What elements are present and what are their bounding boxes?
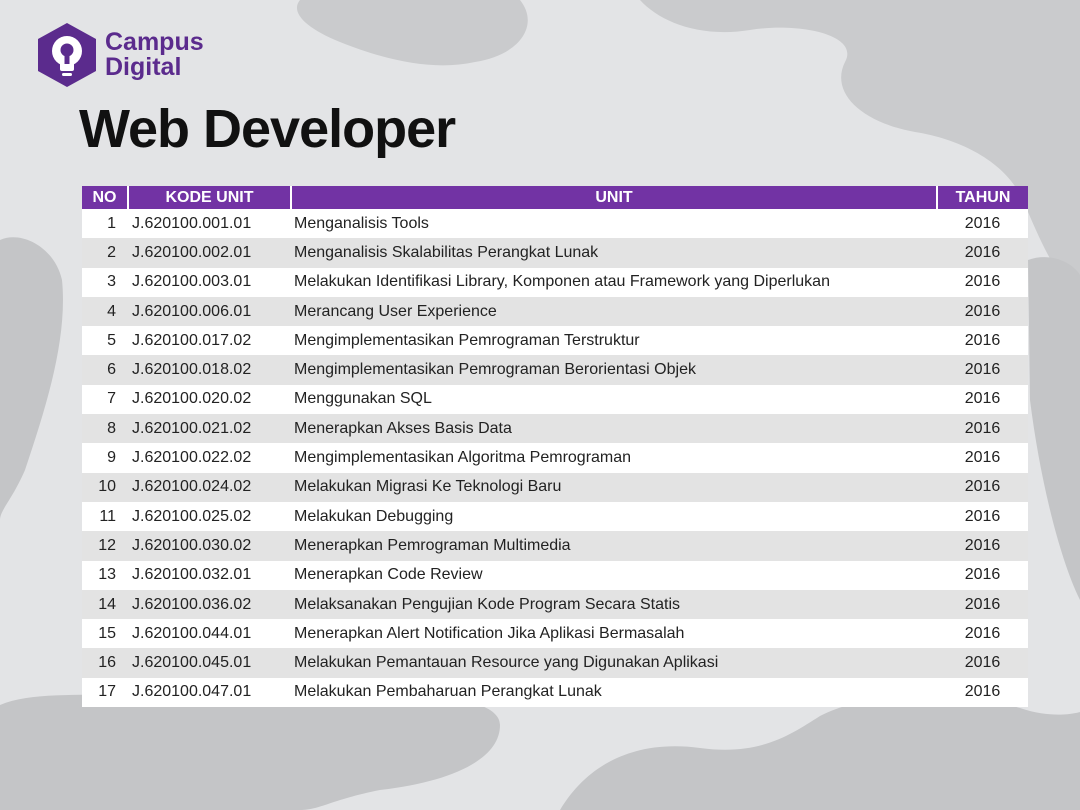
unit-name-cell: Melakukan Pembaharuan Perangkat Lunak [294, 683, 602, 701]
tahun-cell: 2016 [964, 243, 1001, 261]
tahun-cell: 2016 [964, 273, 1001, 291]
row-number: 14 [98, 595, 116, 613]
unit-name-cell: Menerapkan Alert Notification Jika Aplik… [294, 624, 685, 642]
tahun-cell: 2016 [964, 419, 1001, 437]
table-row: 16 J.620100.045.01 Melakukan Pemantauan Re… [82, 648, 1028, 678]
table-row: 2 J.620100.002.01 Menganalisis Skalabilita… [82, 238, 1028, 268]
brand-name-line1: Campus [105, 28, 204, 56]
unit-name-cell: Melakukan Migrasi Ke Teknologi Baru [294, 478, 562, 496]
row-number: 2 [107, 243, 116, 261]
tahun-cell: 2016 [964, 683, 1001, 701]
tahun-cell: 2016 [964, 624, 1001, 642]
unit-name-cell: Menggunakan SQL [294, 390, 432, 408]
table-row: 6 J.620100.018.02 Mengimplementasikan Pemr… [82, 355, 1028, 385]
row-number: 9 [107, 449, 116, 467]
unit-name-cell: Mengimplementasikan Pemrograman Terstruk… [294, 331, 640, 349]
table-row: 4 J.620100.006.01 Merancang User Experienc… [82, 296, 1028, 327]
tahun-cell: 2016 [964, 566, 1001, 584]
unit-name-cell: Melakukan Identifikasi Library, Komponen… [294, 273, 830, 291]
unit-name-cell: Menerapkan Akses Basis Data [294, 419, 512, 437]
row-number: 17 [98, 683, 116, 701]
table-row: 1 J.620100.001.01 Menganalisis Tools 2016 [82, 209, 1028, 239]
header-unit: UNIT [291, 186, 938, 209]
row-number: 13 [98, 566, 116, 584]
row-number: 11 [99, 507, 116, 525]
kode-unit-cell: J.620100.044.01 [132, 624, 252, 642]
tahun-cell: 2016 [964, 654, 1001, 672]
kode-unit-cell: J.620100.022.02 [132, 449, 252, 467]
kode-unit-cell: J.620100.047.01 [132, 683, 252, 701]
unit-name-cell: Melaksanakan Pengujian Kode Program Seca… [294, 595, 680, 613]
table-row: 17 J.620100.047.01 Melakukan Pembaharuan P… [82, 677, 1028, 708]
table-row: 3 J.620100.003.01 Melakukan Identifikasi L… [82, 267, 1028, 297]
row-number: 12 [98, 536, 116, 554]
row-number: 5 [107, 331, 116, 349]
table-row: 14 J.620100.036.02 Melaksanakan Pengujian … [82, 589, 1028, 620]
unit-name-cell: Menganalisis Skalabilitas Perangkat Luna… [294, 243, 599, 261]
kode-unit-cell: J.620100.036.02 [132, 595, 252, 613]
kode-unit-cell: J.620100.045.01 [132, 654, 252, 672]
kode-unit-cell: J.620100.002.01 [132, 243, 252, 261]
row-number: 8 [107, 419, 116, 437]
row-number: 3 [107, 273, 116, 291]
header-no: NO [82, 186, 129, 209]
table-row: 8 J.620100.021.02 Menerapkan Akses Basis D… [82, 414, 1028, 444]
kode-unit-cell: J.620100.017.02 [132, 331, 252, 349]
row-number: 6 [107, 361, 116, 379]
tahun-cell: 2016 [964, 507, 1001, 525]
kode-unit-cell: J.620100.018.02 [132, 361, 252, 379]
unit-name-cell: Melakukan Pemantauan Resource yang Digun… [294, 654, 719, 672]
header-kode-unit: KODE UNIT [128, 186, 292, 209]
tahun-cell: 2016 [964, 449, 1001, 467]
kode-unit-cell: J.620100.021.02 [132, 419, 252, 437]
tahun-cell: 2016 [964, 595, 1001, 613]
brand-name-line2: Digital [105, 53, 182, 81]
unit-name-cell: Melakukan Debugging [294, 507, 454, 525]
unit-name-cell: Mengimplementasikan Pemrograman Berorien… [294, 361, 696, 379]
kode-unit-cell: J.620100.024.02 [132, 478, 252, 496]
campus-digital-logo: Campus Digital [36, 22, 204, 88]
table-row: 11 J.620100.025.02 Melakukan Debugging 2016 [82, 501, 1028, 532]
kode-unit-cell: J.620100.020.02 [132, 390, 252, 408]
tahun-cell: 2016 [964, 331, 1001, 349]
row-number: 1 [107, 214, 116, 232]
row-number: 16 [98, 654, 116, 672]
table-row: 13 J.620100.032.01 Menerapkan Code Review 2… [82, 560, 1028, 590]
page-title: Web Developer [79, 99, 456, 159]
kode-unit-cell: J.620100.003.01 [132, 273, 252, 291]
unit-name-cell: Menganalisis Tools [294, 214, 429, 232]
tahun-cell: 2016 [964, 478, 1001, 496]
unit-name-cell: Menerapkan Code Review [294, 566, 483, 584]
table-row: 9 J.620100.022.02 Mengimplementasikan Algo… [82, 443, 1028, 473]
tahun-cell: 2016 [964, 390, 1001, 408]
table-row: 15 J.620100.044.01 Menerapkan Alert Notifi… [82, 619, 1028, 649]
unit-name-cell: Mengimplementasikan Algoritma Pemrograma… [294, 449, 632, 467]
table-row: 7 J.620100.020.02 Menggunakan SQL 2016 [82, 384, 1028, 415]
tahun-cell: 2016 [964, 536, 1001, 554]
kode-unit-cell: J.620100.025.02 [132, 507, 252, 525]
row-number: 4 [107, 302, 116, 320]
tahun-cell: 2016 [964, 214, 1001, 232]
table-row: 10 J.620100.024.02 Melakukan Migrasi Ke Te… [82, 472, 1028, 502]
row-number: 10 [98, 478, 116, 496]
unit-name-cell: Menerapkan Pemrograman Multimedia [294, 536, 571, 554]
table-row: 12 J.620100.030.02 Menerapkan Pemrograman … [82, 531, 1028, 561]
tahun-cell: 2016 [964, 302, 1001, 320]
kode-unit-cell: J.620100.032.01 [132, 566, 252, 584]
tahun-cell: 2016 [964, 361, 1001, 379]
kode-unit-cell: J.620100.001.01 [132, 214, 252, 232]
row-number: 15 [98, 624, 116, 642]
header-tahun: TAHUN [937, 186, 1028, 209]
lightbulb-hexagon-icon [38, 23, 96, 87]
kode-unit-cell: J.620100.030.02 [132, 536, 252, 554]
unit-name-cell: Merancang User Experience [294, 302, 497, 320]
unit-table: NO KODE UNIT UNIT TAHUN 1 J.620100.001.01… [82, 186, 1028, 708]
table-header-row: NO KODE UNIT UNIT TAHUN [82, 186, 1028, 209]
table-row: 5 J.620100.017.02 Mengimplementasikan Pemr… [82, 326, 1028, 356]
row-number: 7 [107, 390, 116, 408]
kode-unit-cell: J.620100.006.01 [132, 302, 252, 320]
